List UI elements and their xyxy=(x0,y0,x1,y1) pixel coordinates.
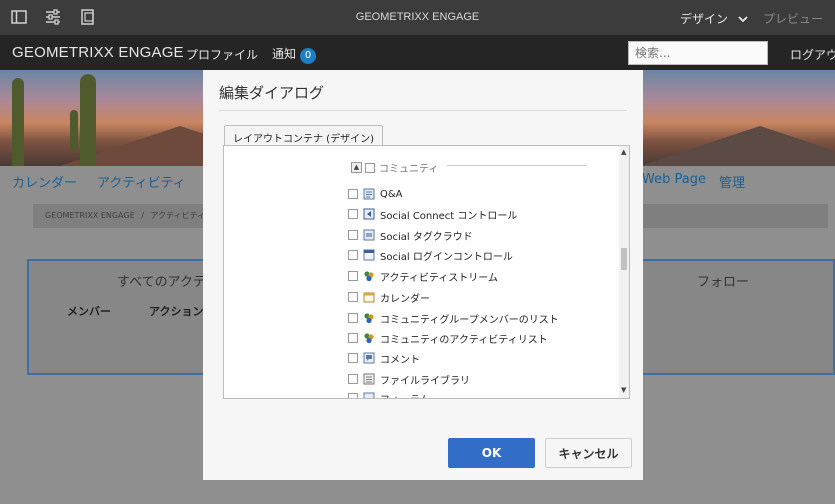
item-label: コミュニティグループメンバーのリスト xyxy=(380,314,559,326)
item-label: ファイルライブラリ xyxy=(380,375,470,387)
cancel-button[interactable]: キャンセル xyxy=(545,438,632,468)
calendar-icon xyxy=(363,292,375,303)
list-item[interactable]: Social Connect コントロール xyxy=(348,206,517,222)
follow-title: フォロー xyxy=(697,275,750,290)
scroll-up-icon[interactable]: ▲ xyxy=(621,148,626,156)
tab-layout-container[interactable]: レイアウトコンテナ (デザイン) xyxy=(224,125,383,146)
item-checkbox[interactable] xyxy=(348,353,358,363)
item-checkbox[interactable] xyxy=(348,333,358,343)
cactus-shape xyxy=(70,110,78,150)
social-connect-icon xyxy=(363,208,375,220)
cactus-shape xyxy=(12,78,24,166)
nav-webpage[interactable]: Web Page xyxy=(642,172,706,187)
activity-list-icon xyxy=(364,333,374,344)
site-logo[interactable]: GEOMETRIXX ENGAGE xyxy=(12,44,184,61)
search-input[interactable] xyxy=(628,41,768,65)
breadcrumb-home[interactable]: GEOMETRIXX ENGAGE xyxy=(45,211,135,220)
list-item[interactable]: カレンダー xyxy=(348,289,430,305)
item-checkbox[interactable] xyxy=(348,230,358,240)
item-label: カレンダー xyxy=(380,293,430,305)
item-label: Social タグクラウド xyxy=(380,231,473,243)
item-label: フォーラム xyxy=(380,391,430,399)
list-item[interactable]: コミュニティグループメンバーのリスト xyxy=(348,310,559,326)
list-scrollbar[interactable]: ▲ ▼ xyxy=(619,146,629,398)
group-members-icon xyxy=(364,313,374,324)
item-label: コミュニティのアクティビティリスト xyxy=(380,334,548,346)
tag-cloud-icon xyxy=(363,229,375,241)
chevron-down-icon xyxy=(738,16,748,23)
nav-activity[interactable]: アクティビティ xyxy=(97,172,186,191)
group-label: コミュニティ xyxy=(379,164,439,175)
scroll-down-icon[interactable]: ▼ xyxy=(621,386,626,394)
logout-link[interactable]: ログアウ xyxy=(790,46,835,63)
group-divider xyxy=(447,165,587,166)
breadcrumb-current: アクティビティ xyxy=(150,211,206,220)
list-item[interactable]: フォーラム xyxy=(348,390,430,399)
forum-icon xyxy=(363,392,375,398)
item-label: Social Connect コントロール xyxy=(380,210,518,222)
qa-icon xyxy=(363,188,375,200)
item-label: Social ログインコントロール xyxy=(380,251,513,263)
breadcrumb-separator: / xyxy=(141,211,144,220)
item-checkbox[interactable] xyxy=(348,250,358,260)
column-member: メンバー xyxy=(67,305,111,318)
item-checkbox[interactable] xyxy=(348,313,358,323)
editor-toolbar: GEOMETRIXX ENGAGE デザイン プレビュー xyxy=(0,0,835,35)
item-checkbox[interactable] xyxy=(348,393,358,398)
item-checkbox[interactable] xyxy=(348,292,358,302)
scrollbar-thumb[interactable] xyxy=(621,248,627,270)
ok-button[interactable]: OK xyxy=(448,438,535,468)
item-checkbox[interactable] xyxy=(348,271,358,281)
cactus-shape xyxy=(80,74,96,166)
group-header-community[interactable]: ▲ コミュニティ xyxy=(351,160,587,175)
mode-select[interactable]: デザイン xyxy=(680,10,748,27)
profile-link[interactable]: プロファイル xyxy=(186,46,258,63)
preview-button[interactable]: プレビュー xyxy=(763,10,823,27)
notification-count-badge: 0 xyxy=(300,48,317,64)
list-item[interactable]: ファイルライブラリ xyxy=(348,371,470,387)
component-list: ▲ コミュニティ Q&A Social Connect コントロール Socia… xyxy=(224,146,620,398)
activity-stream-icon xyxy=(364,271,374,282)
nav-calendar[interactable]: カレンダー xyxy=(12,172,77,191)
mode-select-label: デザイン xyxy=(680,12,729,26)
item-checkbox[interactable] xyxy=(348,189,358,199)
item-checkbox[interactable] xyxy=(348,374,358,384)
login-control-icon xyxy=(363,249,375,261)
item-label: アクティビティストリーム xyxy=(380,272,498,284)
list-item[interactable]: Q&A xyxy=(348,186,403,202)
mountain-shape xyxy=(640,126,835,166)
list-item[interactable]: アクティビティストリーム xyxy=(348,268,498,284)
list-item[interactable]: コミュニティのアクティビティリスト xyxy=(348,330,548,346)
dialog-title: 編集ダイアログ xyxy=(219,84,325,102)
dialog-divider xyxy=(219,110,627,111)
item-checkbox[interactable] xyxy=(348,209,358,219)
list-item[interactable]: コメント xyxy=(348,350,420,366)
component-list-panel: ▲ コミュニティ Q&A Social Connect コントロール Socia… xyxy=(223,145,630,399)
list-item[interactable]: Social ログインコントロール xyxy=(348,247,513,263)
item-label: Q&A xyxy=(380,188,403,200)
group-checkbox[interactable] xyxy=(365,162,375,173)
notifications-label: 通知 xyxy=(272,47,297,61)
notifications-link[interactable]: 通知 0 xyxy=(272,45,317,64)
item-label: コメント xyxy=(380,354,420,366)
comment-icon xyxy=(363,352,375,364)
collapse-toggle-icon[interactable]: ▲ xyxy=(351,162,362,173)
file-library-icon xyxy=(363,373,375,385)
list-item[interactable]: Social タグクラウド xyxy=(348,227,473,243)
column-action: アクション xyxy=(149,305,204,318)
edit-dialog: 編集ダイアログ レイアウトコンテナ (デザイン) ▲ コミュニティ Q&A So… xyxy=(203,70,643,480)
nav-admin[interactable]: 管理 xyxy=(719,172,745,191)
